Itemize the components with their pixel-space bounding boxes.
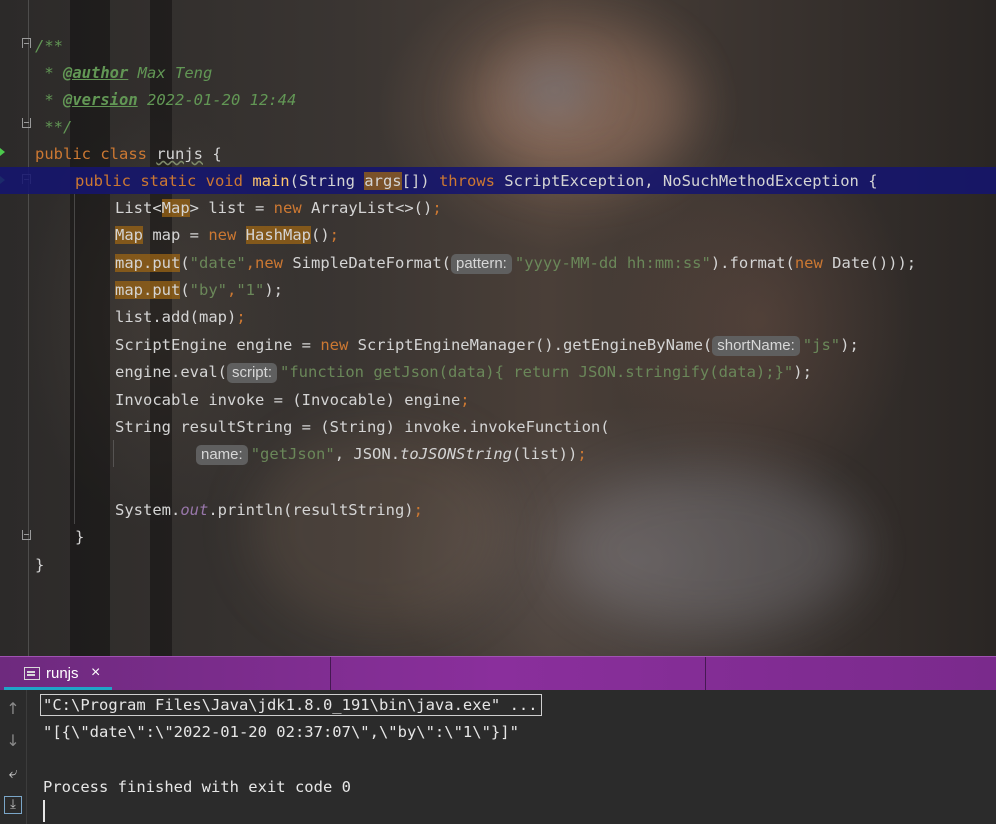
arrow-down-icon[interactable]: ↓ bbox=[4, 732, 22, 750]
parameter-hint: pattern: bbox=[450, 254, 512, 274]
console-toolbar: ↑ ↓ ⤶ ⤓ bbox=[0, 690, 27, 824]
code-line: map.put("date",new SimpleDateFormat(patt… bbox=[0, 249, 996, 276]
code-text: } bbox=[35, 556, 45, 574]
code-text: * @author Max Teng bbox=[35, 64, 213, 82]
code-text: map.put("by","1"); bbox=[115, 281, 284, 299]
code-line: } bbox=[0, 551, 996, 578]
code-text: System.out.println(resultString); bbox=[115, 501, 423, 519]
code-line: String resultString = (String) invoke.in… bbox=[0, 413, 996, 440]
code-line: * @version 2022-01-20 12:44 bbox=[0, 86, 996, 113]
code-line: /** bbox=[0, 32, 996, 59]
code-text: public static void main(String args[]) t… bbox=[75, 172, 878, 190]
tab-divider bbox=[705, 657, 706, 691]
run-tab-bar: runjs × bbox=[0, 656, 996, 691]
code-line: Map map = new HashMap(); bbox=[0, 221, 996, 248]
parameter-hint: script: bbox=[226, 363, 277, 383]
code-editor[interactable]: /** * @author Max Teng * @version 2022-0… bbox=[0, 0, 996, 656]
code-line: * @author Max Teng bbox=[0, 59, 996, 86]
console-line: "C:\Program Files\Java\jdk1.8.0_191\bin\… bbox=[40, 694, 542, 716]
code-line: **/ bbox=[0, 113, 996, 140]
soft-wrap-icon[interactable]: ⤶ bbox=[4, 764, 22, 782]
tab-label: runjs bbox=[46, 665, 79, 682]
tab-runjs[interactable]: runjs × bbox=[4, 657, 112, 691]
code-line: ScriptEngine engine = new ScriptEngineMa… bbox=[0, 331, 996, 358]
code-line: name: "getJson", JSON.toJSONString(list))… bbox=[0, 440, 996, 467]
code-text: Invocable invoke = (Invocable) engine; bbox=[115, 391, 470, 409]
code-line: System.out.println(resultString); bbox=[0, 496, 996, 523]
code-text: **/ bbox=[35, 118, 73, 136]
close-tab-button[interactable]: × bbox=[91, 664, 100, 682]
java-command[interactable]: "C:\Program Files\Java\jdk1.8.0_191\bin\… bbox=[40, 694, 542, 716]
scroll-to-end-icon[interactable]: ⤓ bbox=[4, 796, 22, 814]
code-line: Invocable invoke = (Invocable) engine; bbox=[0, 386, 996, 413]
run-console[interactable]: ↑ ↓ ⤶ ⤓ "C:\Program Files\Java\jdk1.8.0_… bbox=[0, 690, 996, 824]
code-line: List<Map> list = new ArrayList<>(); bbox=[0, 194, 996, 221]
code-text: String resultString = (String) invoke.in… bbox=[115, 418, 610, 436]
code-line: engine.eval(script: "function getJson(dat… bbox=[0, 358, 996, 385]
code-text: Map map = new HashMap(); bbox=[115, 226, 339, 244]
text-caret bbox=[43, 800, 45, 822]
code-text: name: "getJson", JSON.toJSONString(list))… bbox=[196, 444, 587, 465]
code-line-current: public static void main(String args[]) t… bbox=[0, 167, 996, 194]
tab-divider bbox=[330, 657, 331, 691]
console-icon bbox=[24, 667, 40, 680]
code-text: public class runjs { bbox=[35, 145, 222, 163]
console-line: Process finished with exit code 0 bbox=[43, 778, 351, 796]
code-text: map.put("date",new SimpleDateFormat(patt… bbox=[115, 254, 917, 274]
code-text: /** bbox=[35, 37, 63, 55]
code-line: list.add(map); bbox=[0, 303, 996, 330]
code-text: * @version 2022-01-20 12:44 bbox=[35, 91, 297, 109]
code-line: } bbox=[0, 523, 996, 550]
code-text: engine.eval(script: "function getJson(dat… bbox=[115, 363, 812, 383]
code-text: ScriptEngine engine = new ScriptEngineMa… bbox=[115, 336, 859, 356]
code-text: } bbox=[75, 528, 85, 546]
parameter-hint: name: bbox=[196, 445, 248, 465]
arrow-up-icon[interactable]: ↑ bbox=[4, 700, 22, 718]
code-text: List<Map> list = new ArrayList<>(); bbox=[115, 199, 442, 217]
code-line: map.put("by","1"); bbox=[0, 276, 996, 303]
code-line: public class runjs { bbox=[0, 140, 996, 167]
background-glow bbox=[560, 470, 860, 630]
console-line: "[{\"date\":\"2022-01-20 02:37:07\",\"by… bbox=[43, 723, 519, 741]
code-text: list.add(map); bbox=[115, 308, 246, 326]
parameter-hint: shortName: bbox=[712, 336, 800, 356]
